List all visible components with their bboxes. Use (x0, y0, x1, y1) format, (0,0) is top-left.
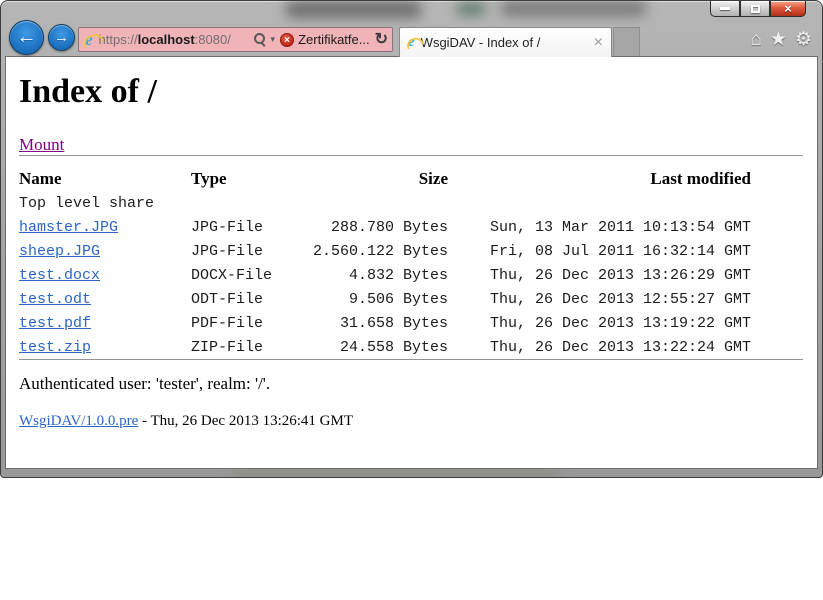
table-header-row: Name Type Size Last modified (19, 167, 751, 191)
file-link[interactable]: test.docx (19, 267, 100, 284)
table-row-share: Top level share (19, 191, 751, 215)
file-link[interactable]: sheep.JPG (19, 243, 100, 260)
minimize-icon (720, 7, 730, 10)
table-row: test.odt ODT-File 9.506 Bytes Thu, 26 De… (19, 287, 751, 311)
back-icon: ← (17, 26, 37, 49)
address-bar[interactable]: e https://localhost:8080/ ▾ × Zertifikat… (78, 27, 393, 52)
home-icon[interactable]: ⌂ (750, 30, 761, 50)
titlebar-glass-artifact (501, 1, 646, 16)
file-modified: Thu, 26 Dec 2013 12:55:27 GMT (448, 287, 751, 311)
mount-link[interactable]: Mount (19, 135, 64, 154)
file-size: 31.658 Bytes (303, 311, 448, 335)
divider (19, 359, 803, 360)
tab-close-icon[interactable]: × (592, 35, 605, 51)
url-host: localhost (138, 32, 195, 47)
file-modified: Thu, 26 Dec 2013 13:26:29 GMT (448, 263, 751, 287)
bottombar-glass-artifact (231, 469, 561, 478)
file-link[interactable]: test.pdf (19, 315, 91, 332)
tab-band-stub (613, 27, 640, 56)
column-header-size: Size (303, 167, 448, 191)
gear-icon[interactable]: ⚙ (795, 30, 812, 50)
file-type: JPG-File (191, 239, 303, 263)
file-modified: Thu, 26 Dec 2013 13:22:24 GMT (448, 335, 751, 359)
file-link[interactable]: hamster.JPG (19, 219, 118, 236)
share-label: Top level share (19, 191, 751, 215)
minimize-button[interactable] (710, 1, 740, 17)
chrome-toolbar-icons: ⌂ ★ ⚙ (750, 30, 812, 50)
search-icon[interactable] (253, 33, 266, 46)
refresh-icon[interactable]: ↻ (373, 32, 388, 48)
divider (19, 155, 803, 156)
file-modified: Sun, 13 Mar 2011 10:13:54 GMT (448, 215, 751, 239)
tab-wsgidav[interactable]: e WsgiDAV - Index of / × (399, 27, 612, 57)
browser-window: × ← → e https://localhost:8080/ ▾ × Zert… (0, 0, 823, 478)
chevron-down-icon[interactable]: ▾ (269, 34, 278, 45)
forward-button[interactable]: → (48, 24, 75, 51)
ie-favicon: e (85, 31, 93, 48)
file-modified: Fri, 08 Jul 2011 16:32:14 GMT (448, 239, 751, 263)
certificate-error-button[interactable]: × Zertifikatfe... (280, 32, 370, 47)
certificate-error-label: Zertifikatfe... (298, 32, 370, 47)
table-row: hamster.JPG JPG-File 288.780 Bytes Sun, … (19, 215, 751, 239)
screenshot-canvas: × ← → e https://localhost:8080/ ▾ × Zert… (0, 0, 823, 600)
back-button[interactable]: ← (9, 20, 44, 55)
directory-table: Name Type Size Last modified Top level s… (19, 167, 751, 359)
column-header-modified: Last modified (448, 167, 751, 191)
titlebar-glass-artifact (286, 1, 421, 18)
file-size: 9.506 Bytes (303, 287, 448, 311)
file-link[interactable]: test.zip (19, 339, 91, 356)
page-title: Index of / (19, 73, 803, 111)
table-row: test.docx DOCX-File 4.832 Bytes Thu, 26 … (19, 263, 751, 287)
close-button[interactable]: × (770, 1, 806, 17)
file-modified: Thu, 26 Dec 2013 13:19:22 GMT (448, 311, 751, 335)
file-type: DOCX-File (191, 263, 303, 287)
table-row: test.pdf PDF-File 31.658 Bytes Thu, 26 D… (19, 311, 751, 335)
url-text: https://localhost:8080/ (99, 32, 231, 47)
file-size: 4.832 Bytes (303, 263, 448, 287)
address-bar-controls: ▾ × Zertifikatfe... ↻ (253, 32, 388, 48)
file-size: 288.780 Bytes (303, 215, 448, 239)
column-header-name: Name (19, 167, 191, 191)
url-scheme: https:// (99, 32, 138, 47)
table-row: test.zip ZIP-File 24.558 Bytes Thu, 26 D… (19, 335, 751, 359)
page-content: Index of / Mount Name Type Size Last mod… (5, 56, 818, 469)
server-signature: WsgiDAV/1.0.0.pre - Thu, 26 Dec 2013 13:… (19, 413, 803, 430)
file-type: JPG-File (191, 215, 303, 239)
certificate-error-icon: × (280, 33, 294, 47)
file-type: PDF-File (191, 311, 303, 335)
titlebar-glass-artifact (456, 3, 486, 15)
file-type: ODT-File (191, 287, 303, 311)
file-type: ZIP-File (191, 335, 303, 359)
window-controls: × (710, 1, 806, 17)
maximize-button[interactable] (740, 1, 770, 17)
url-port-path: :8080/ (195, 32, 231, 47)
wsgidav-version-link[interactable]: WsgiDAV/1.0.0.pre (19, 413, 138, 429)
forward-icon: → (54, 29, 69, 46)
file-size: 2.560.122 Bytes (303, 239, 448, 263)
restore-icon (751, 5, 760, 13)
star-icon[interactable]: ★ (770, 30, 787, 50)
auth-status-text: Authenticated user: 'tester', realm: '/'… (19, 374, 803, 394)
file-link[interactable]: test.odt (19, 291, 91, 308)
close-icon: × (784, 2, 792, 15)
server-timestamp: - Thu, 26 Dec 2013 13:26:41 GMT (138, 413, 353, 429)
file-size: 24.558 Bytes (303, 335, 448, 359)
column-header-type: Type (191, 167, 303, 191)
tab-favicon: e (408, 35, 415, 50)
table-row: sheep.JPG JPG-File 2.560.122 Bytes Fri, … (19, 239, 751, 263)
tab-title: WsgiDAV - Index of / (421, 35, 592, 50)
